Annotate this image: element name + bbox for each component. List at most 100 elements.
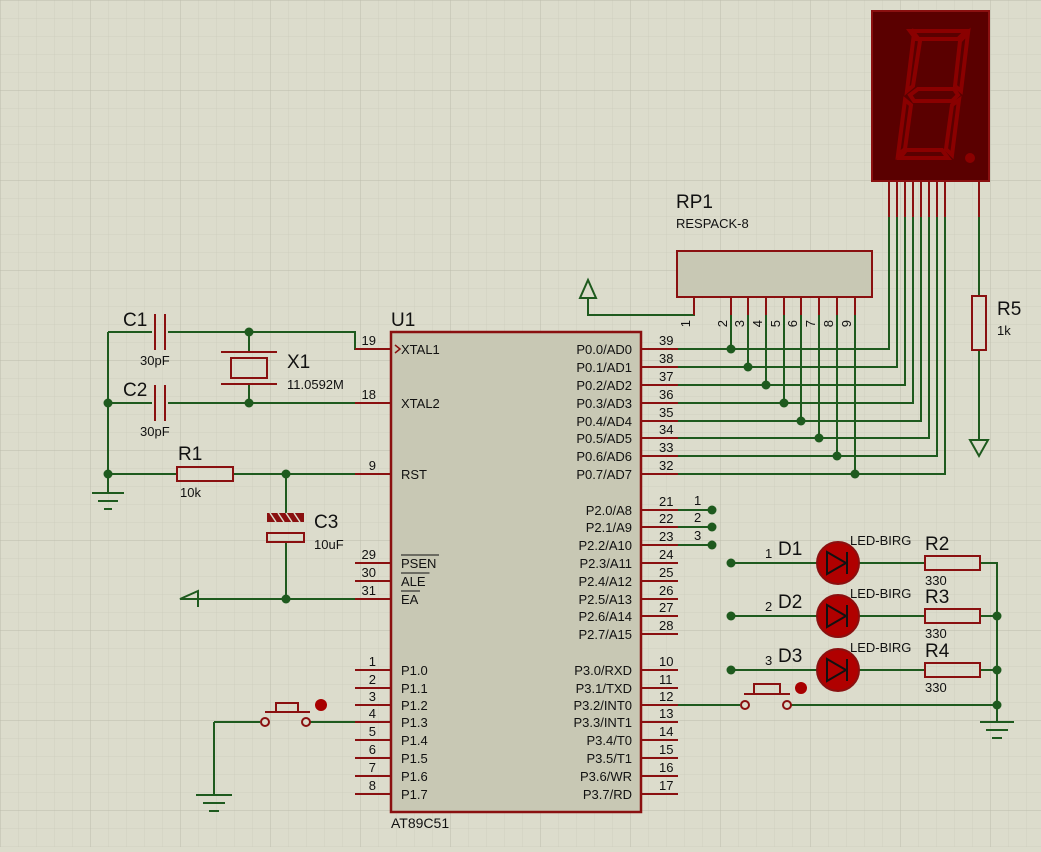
- c1-value: 30pF: [140, 353, 170, 368]
- pin-number: 3: [369, 689, 376, 704]
- bus-junction-dot: [761, 380, 771, 390]
- pin-name: RST: [401, 467, 427, 482]
- rp1-pin-number: 4: [750, 320, 765, 327]
- button-indicator-icon: [315, 699, 327, 711]
- schematic-canvas[interactable]: C1 30pF C2 30pF X1 11.0592M R1 10k C3 10…: [0, 0, 1041, 847]
- x1-ref: X1: [287, 352, 310, 373]
- pin-name: P0.3/AD3: [576, 396, 632, 411]
- led-net-label: 1: [765, 546, 772, 561]
- rp1-pin-number: 8: [821, 320, 836, 327]
- pin-number: 1: [369, 654, 376, 669]
- pin-number: 11: [659, 672, 673, 687]
- c3-value: 10uF: [314, 537, 344, 552]
- r1-value: 10k: [180, 485, 201, 500]
- rp1-pin-number: 1: [678, 320, 693, 327]
- led-value: LED-BIRG: [850, 586, 911, 601]
- c1-ref: C1: [123, 310, 147, 331]
- led-net-label: 3: [765, 653, 772, 668]
- mcu-u1[interactable]: U1 AT89C51 19XTAL118XTAL29RST29PSEN30ALE…: [355, 310, 678, 831]
- pin-name: P1.5: [401, 751, 428, 766]
- pin-name: P3.2/INT0: [573, 698, 632, 713]
- led-value: LED-BIRG: [850, 640, 911, 655]
- p2-net-label-1: 1: [694, 493, 701, 508]
- bus-junction-dot: [743, 362, 753, 372]
- resistor-value: 330: [925, 680, 947, 695]
- c2-value: 30pF: [140, 424, 170, 439]
- bus-junction-dot: [814, 433, 824, 443]
- pin-name: P0.2/AD2: [576, 378, 632, 393]
- pin-name: P2.7/A15: [579, 627, 633, 642]
- resistor-ref: R4: [925, 641, 950, 662]
- pin-number: 36: [659, 387, 673, 402]
- r5-ref: R5: [997, 299, 1021, 320]
- pin-name: P0.5/AD5: [576, 431, 632, 446]
- mcu-ref: U1: [391, 310, 415, 331]
- pin-name: P2.4/A12: [579, 574, 633, 589]
- led-net-label: 2: [765, 599, 772, 614]
- pin-number: 13: [659, 706, 673, 721]
- r5-value: 1k: [997, 323, 1011, 338]
- pin-name: ALE: [401, 574, 426, 589]
- pin-name: P1.1: [401, 681, 428, 696]
- led-body: [816, 648, 860, 692]
- resistor-ref: R2: [925, 534, 949, 555]
- pin-name: P2.1/A9: [586, 520, 632, 535]
- pin-number: 29: [362, 547, 376, 562]
- pin-number: 4: [369, 706, 376, 721]
- pin-number: 23: [659, 529, 673, 544]
- seven-segment-display[interactable]: [871, 10, 990, 182]
- pin-name: P2.0/A8: [586, 503, 632, 518]
- pin-number: 27: [659, 600, 673, 615]
- resistor-value: 330: [925, 626, 947, 641]
- pin-name: P3.3/INT1: [573, 715, 632, 730]
- pin-number: 9: [369, 458, 376, 473]
- pin-number: 31: [362, 583, 376, 598]
- schematic-svg: C1 30pF C2 30pF X1 11.0592M R1 10k C3 10…: [0, 0, 1041, 847]
- bus-junction-dot: [796, 416, 806, 426]
- pin-number: 28: [659, 618, 673, 633]
- pin-name: P0.0/AD0: [576, 342, 632, 357]
- pin-number: 14: [659, 724, 673, 739]
- pin-name: P3.1/TXD: [576, 681, 632, 696]
- pin-name: P0.6/AD6: [576, 449, 632, 464]
- pin-number: 25: [659, 565, 673, 580]
- pin-name: P2.6/A14: [579, 609, 633, 624]
- pin-name: P3.5/T1: [586, 751, 632, 766]
- pin-number: 35: [659, 405, 673, 420]
- pin-number: 8: [369, 778, 376, 793]
- pin-number: 5: [369, 724, 376, 739]
- button-indicator-icon: [795, 682, 807, 694]
- pin-name: P1.0: [401, 663, 428, 678]
- pin-name: P2.5/A13: [579, 592, 633, 607]
- pin-name: EA: [401, 592, 419, 607]
- pin-number: 16: [659, 760, 673, 775]
- rp1-pin-number: 7: [803, 320, 818, 327]
- rp1-body: [676, 250, 873, 298]
- pin-number: 17: [659, 778, 673, 793]
- pin-name: P1.6: [401, 769, 428, 784]
- led-body: [816, 594, 860, 638]
- pin-name: P1.3: [401, 715, 428, 730]
- bus-junction-dot: [850, 469, 860, 479]
- c2-ref: C2: [123, 380, 147, 401]
- pin-name: XTAL2: [401, 396, 440, 411]
- pin-number: 37: [659, 369, 673, 384]
- pin-name: P1.7: [401, 787, 428, 802]
- pin-name: XTAL1: [401, 342, 440, 357]
- pin-name: PSEN: [401, 556, 436, 571]
- rp1-pin-number: 9: [839, 320, 854, 327]
- pin-name: P0.4/AD4: [576, 414, 632, 429]
- pin-number: 6: [369, 742, 376, 757]
- led-value: LED-BIRG: [850, 533, 911, 548]
- c3-ref: C3: [314, 512, 338, 533]
- pin-number: 19: [362, 333, 376, 348]
- led-ref: D1: [778, 539, 802, 560]
- pin-number: 39: [659, 333, 673, 348]
- resistor-ref: R3: [925, 587, 949, 608]
- pin-number: 18: [362, 387, 376, 402]
- x1-value: 11.0592M: [287, 377, 344, 392]
- pin-name: P0.7/AD7: [576, 467, 632, 482]
- pin-number: 22: [659, 511, 673, 526]
- pin-number: 33: [659, 440, 673, 455]
- pin-name: P1.4: [401, 733, 428, 748]
